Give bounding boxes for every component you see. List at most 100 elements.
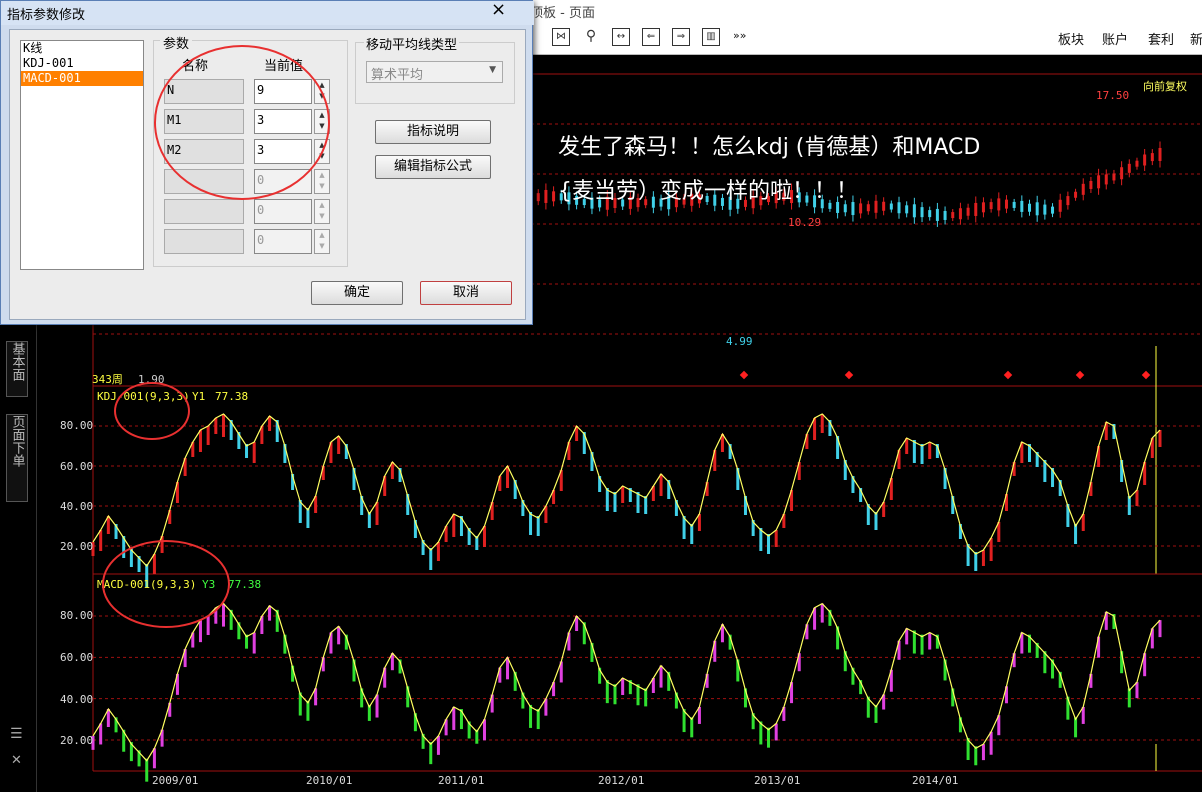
osc-bar <box>152 748 156 769</box>
osc-bar <box>690 717 694 738</box>
macd-ytick: 60.00 <box>60 651 94 664</box>
candle-body <box>1081 183 1085 195</box>
param-value-input: 0 <box>254 199 312 224</box>
osc-bar <box>659 474 663 496</box>
candle-body <box>1066 196 1070 206</box>
param-name <box>164 229 244 254</box>
kdj-series-label: Y1 <box>192 390 206 403</box>
osc-bar <box>920 634 924 655</box>
annotation-circle-kdj <box>114 382 190 440</box>
osc-bar <box>529 512 533 535</box>
period-label: 343周 <box>92 373 123 386</box>
osc-bar <box>436 735 440 755</box>
osc-bar <box>306 508 310 528</box>
mid-high-label: 10.29 <box>788 216 822 229</box>
back-icon[interactable]: ⇐ <box>642 28 660 46</box>
dialog-title-bar[interactable]: 指标参数修改 × <box>1 0 534 25</box>
list-item-selected[interactable]: MACD-001 <box>21 71 143 86</box>
osc-bar <box>529 704 533 728</box>
toolbar-item-zhanghu[interactable]: 账户 <box>1102 29 1128 48</box>
tab-page-order-label: 页面下单 <box>9 415 25 467</box>
osc-bar <box>536 516 540 536</box>
osc-line <box>92 413 1161 567</box>
candle-body <box>1058 199 1062 212</box>
width-icon[interactable]: ↔ <box>612 28 630 46</box>
kdj-ytick: 80.00 <box>60 419 94 432</box>
macd-ytick: 80.00 <box>60 609 94 622</box>
candle-body <box>981 202 985 213</box>
candle-body <box>1104 174 1108 185</box>
kdj-ytick: 20.00 <box>60 540 94 553</box>
candle-body <box>1158 147 1162 161</box>
osc-bar <box>659 665 663 688</box>
spinner: ▲ ▼ <box>314 169 330 194</box>
osc-bar <box>644 496 648 514</box>
osc-bar <box>482 719 486 741</box>
candle-body <box>1127 163 1131 173</box>
list-item[interactable]: KDJ-001 <box>21 56 143 71</box>
signal-marker <box>844 370 854 380</box>
candle-body <box>1043 204 1047 215</box>
tab-fundamentals[interactable]: 基本面 <box>6 341 28 397</box>
osc-bar <box>613 684 617 705</box>
x-tick: 2011/01 <box>438 774 485 787</box>
search-icon[interactable]: ⚲ <box>582 28 600 46</box>
toolbar-item-xin[interactable]: 新 <box>1190 29 1202 48</box>
osc-bar <box>252 442 256 463</box>
candle-body <box>1004 199 1008 209</box>
osc-bar <box>605 680 609 704</box>
param-name <box>164 199 244 224</box>
osc-bar <box>621 678 625 695</box>
tab-page-order[interactable]: 页面下单 <box>6 414 28 502</box>
forward-icon[interactable]: ⇒ <box>672 28 690 46</box>
candle-body <box>544 189 548 203</box>
ma-select-value: 算术平均 <box>371 68 424 83</box>
x-tick: 2009/01 <box>152 774 199 787</box>
osc-bar <box>912 630 916 654</box>
osc-bar <box>429 742 433 765</box>
cancel-button[interactable]: 取消 <box>420 281 512 305</box>
list-item[interactable]: K线 <box>21 41 143 56</box>
candle-body <box>997 198 1001 211</box>
close-icon[interactable]: × <box>491 0 506 20</box>
dialog-title: 指标参数修改 <box>7 8 86 23</box>
osc-bar <box>605 488 609 511</box>
osc-bar <box>1158 620 1162 638</box>
osc-bar <box>644 688 648 707</box>
more-icon[interactable]: »» <box>733 29 746 42</box>
candle-body <box>1089 180 1093 189</box>
close-icon[interactable]: ✕ <box>11 753 22 768</box>
osc-bar <box>375 502 379 525</box>
osc-bar <box>981 744 985 761</box>
candle-body <box>1135 160 1139 167</box>
fq-label: 向前复权 <box>1143 80 1187 93</box>
ma-type-select[interactable]: 算术平均 ▼ <box>366 61 503 83</box>
indicator-explain-button[interactable]: 指标说明 <box>375 120 491 144</box>
kdj-panel <box>91 413 1202 587</box>
candle-body <box>1097 175 1101 189</box>
kdj-value: 77.38 <box>215 390 249 403</box>
osc-bar <box>989 538 993 561</box>
osc-bar <box>198 620 202 643</box>
toolbar-item-bankuai[interactable]: 板块 <box>1058 29 1084 48</box>
indicator-list[interactable]: K线 KDJ-001 MACD-001 <box>20 40 144 270</box>
toolbar-item-taoli[interactable]: 套利 <box>1148 29 1174 48</box>
annotation-line-1: 发生了森马！！怎么kdj (肯德基）和MACD <box>558 135 981 160</box>
osc-bar <box>820 414 824 433</box>
annotation-circle-params <box>154 45 330 200</box>
osc-bar <box>452 706 456 730</box>
zoom-icon[interactable]: ⋈ <box>552 28 570 46</box>
osc-bar <box>928 632 932 650</box>
ok-button[interactable]: 确定 <box>311 281 403 305</box>
osc-bar <box>429 548 433 570</box>
tab-fundamentals-label: 基本面 <box>9 342 25 381</box>
list-icon[interactable]: ☰ <box>10 726 23 742</box>
osc-bar <box>974 746 978 766</box>
osc-bar <box>145 758 149 782</box>
layout-icon[interactable]: ▥ <box>702 28 720 46</box>
kdj-ytick: 60.00 <box>60 460 94 473</box>
macd-value: 77.38 <box>228 578 262 591</box>
annotation-circle-macd <box>102 540 230 628</box>
candle-body <box>536 193 540 202</box>
edit-formula-button[interactable]: 编辑指标公式 <box>375 155 491 179</box>
